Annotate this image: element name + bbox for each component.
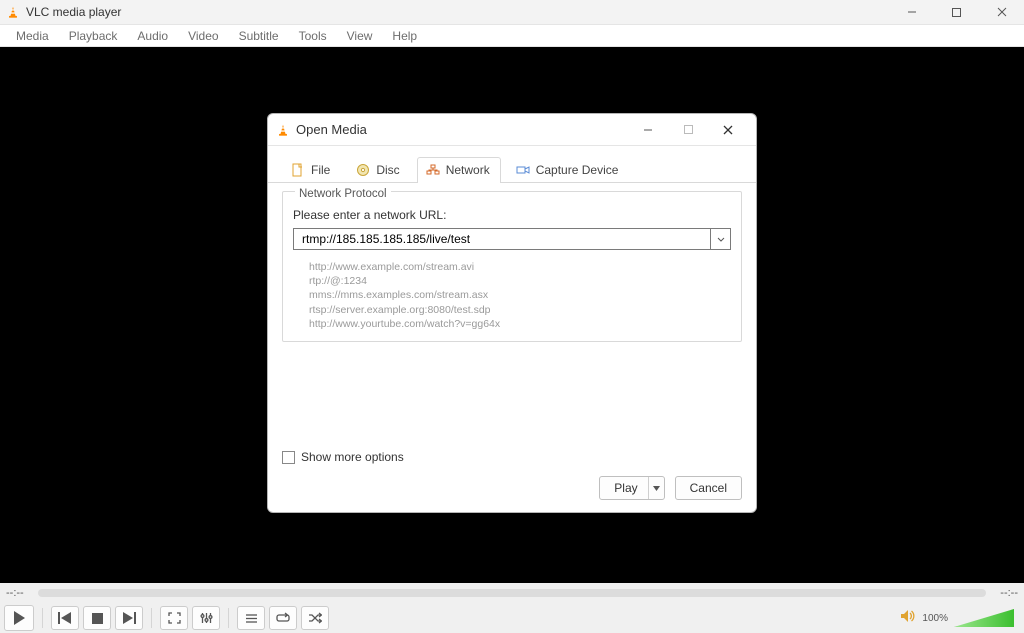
menu-media[interactable]: Media xyxy=(6,27,59,45)
extended-settings-button[interactable] xyxy=(192,606,220,630)
disc-icon xyxy=(356,163,370,177)
window-close-button[interactable] xyxy=(979,0,1024,24)
seek-slider[interactable] xyxy=(38,589,987,597)
volume-percent-label: 100% xyxy=(922,613,948,624)
separator xyxy=(42,608,43,628)
dialog-tabs: File Disc Network Capture Device xyxy=(268,146,756,183)
total-time: --:-- xyxy=(1000,587,1018,599)
tab-network[interactable]: Network xyxy=(417,157,501,183)
network-url-input[interactable] xyxy=(293,228,711,250)
stop-button[interactable] xyxy=(83,606,111,630)
show-more-options-label: Show more options xyxy=(301,450,404,464)
dialog-titlebar: Open Media xyxy=(268,114,756,146)
window-minimize-button[interactable] xyxy=(889,0,934,24)
example-url: mms://mms.examples.com/stream.asx xyxy=(309,288,731,302)
menu-tools[interactable]: Tools xyxy=(289,27,337,45)
separator xyxy=(228,608,229,628)
network-protocol-group: Network Protocol Please enter a network … xyxy=(282,191,742,342)
cancel-button[interactable]: Cancel xyxy=(675,476,742,500)
speaker-icon[interactable] xyxy=(900,609,916,628)
menu-view[interactable]: View xyxy=(337,27,383,45)
open-media-dialog: Open Media File xyxy=(267,113,757,513)
network-protocol-legend: Network Protocol xyxy=(295,188,391,200)
vlc-cone-icon xyxy=(276,123,290,137)
network-url-instruction: Please enter a network URL: xyxy=(293,208,731,222)
tab-disc[interactable]: Disc xyxy=(347,157,410,183)
capture-icon xyxy=(516,163,530,177)
previous-button[interactable] xyxy=(51,606,79,630)
play-dropdown-button[interactable] xyxy=(648,477,664,499)
example-url: http://www.example.com/stream.avi xyxy=(309,260,731,274)
menu-audio[interactable]: Audio xyxy=(127,27,178,45)
menu-subtitle[interactable]: Subtitle xyxy=(229,27,289,45)
volume-slider[interactable] xyxy=(954,609,1014,627)
network-url-examples: http://www.example.com/stream.avi rtp://… xyxy=(309,260,731,331)
tab-file-label: File xyxy=(311,163,330,177)
tab-capture[interactable]: Capture Device xyxy=(507,157,630,183)
file-icon xyxy=(291,163,305,177)
dialog-close-button[interactable] xyxy=(708,116,748,144)
playlist-button[interactable] xyxy=(237,606,265,630)
shuffle-button[interactable] xyxy=(301,606,329,630)
separator xyxy=(151,608,152,628)
example-url: rtp://@:1234 xyxy=(309,274,731,288)
example-url: rtsp://server.example.org:8080/test.sdp xyxy=(309,303,731,317)
vlc-cone-icon xyxy=(6,5,20,19)
tab-file[interactable]: File xyxy=(282,157,341,183)
loop-button[interactable] xyxy=(269,606,297,630)
video-area: Open Media File xyxy=(0,47,1024,583)
network-icon xyxy=(426,163,440,177)
window-title: VLC media player xyxy=(26,5,121,19)
titlebar: VLC media player xyxy=(0,0,1024,25)
menubar: Media Playback Audio Video Subtitle Tool… xyxy=(0,25,1024,47)
tab-network-label: Network xyxy=(446,163,490,177)
next-button[interactable] xyxy=(115,606,143,630)
play-button[interactable]: Play xyxy=(599,476,664,500)
playback-controls: 100% xyxy=(0,603,1024,633)
example-url: http://www.yourtube.com/watch?v=gg64x xyxy=(309,317,731,331)
play-button-label: Play xyxy=(614,481,637,495)
network-url-dropdown-button[interactable] xyxy=(711,228,731,250)
play-pause-button[interactable] xyxy=(4,605,34,631)
cancel-button-label: Cancel xyxy=(690,481,727,495)
dialog-title: Open Media xyxy=(296,122,367,137)
menu-help[interactable]: Help xyxy=(382,27,427,45)
show-more-options-checkbox[interactable]: Show more options xyxy=(282,450,742,464)
dialog-maximize-button[interactable] xyxy=(668,116,708,144)
menu-video[interactable]: Video xyxy=(178,27,228,45)
tab-capture-label: Capture Device xyxy=(536,163,619,177)
window-maximize-button[interactable] xyxy=(934,0,979,24)
tab-disc-label: Disc xyxy=(376,163,399,177)
elapsed-time: --:-- xyxy=(6,587,24,599)
menu-playback[interactable]: Playback xyxy=(59,27,128,45)
dialog-minimize-button[interactable] xyxy=(628,116,668,144)
checkbox-icon xyxy=(282,451,295,464)
fullscreen-button[interactable] xyxy=(160,606,188,630)
statusbar: --:-- --:-- xyxy=(0,583,1024,603)
